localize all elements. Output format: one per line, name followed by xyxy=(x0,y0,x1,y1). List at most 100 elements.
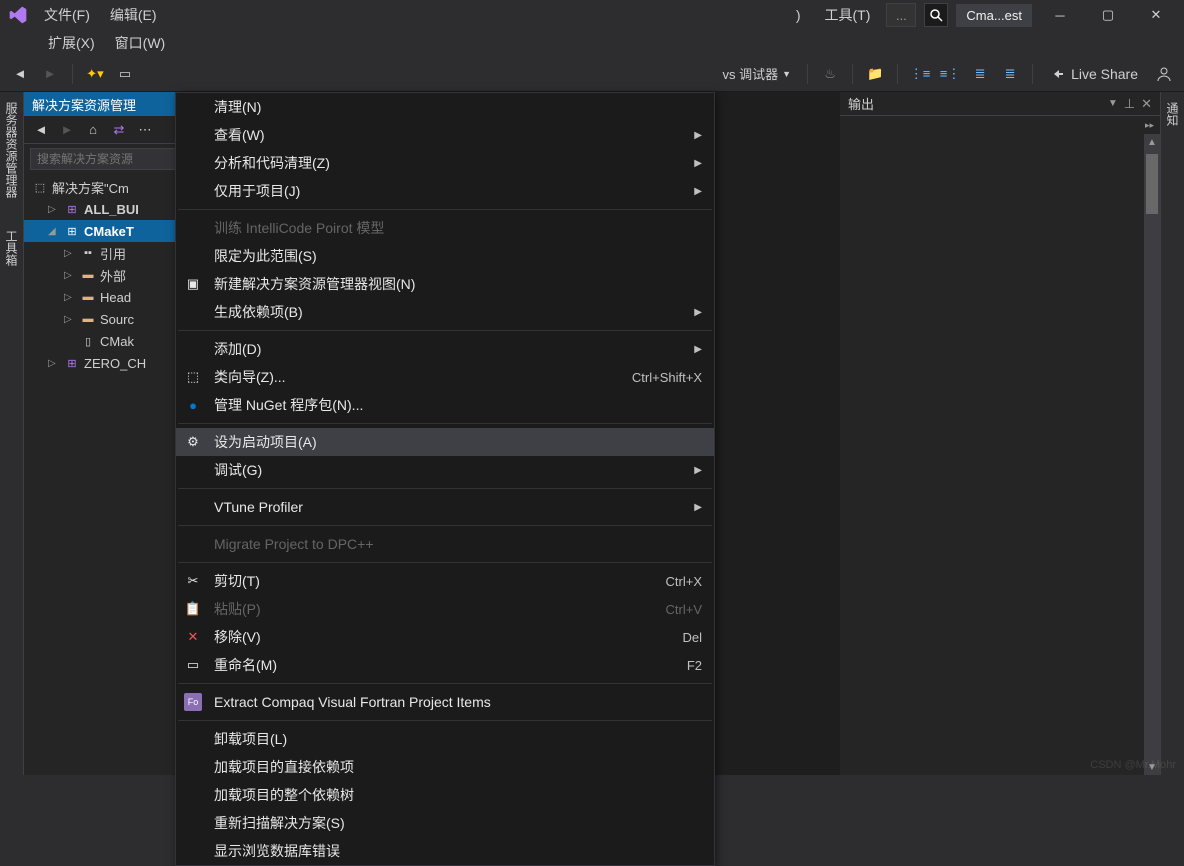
explorer-sync-button[interactable]: ⇄ xyxy=(108,119,130,141)
main-menu-row1: 文件(F) 编辑(E) xyxy=(36,1,165,29)
submenu-arrow-icon: ▶ xyxy=(694,130,702,141)
ctx-item[interactable]: ● 管理 NuGet 程序包(N)... xyxy=(176,391,714,419)
ctx-item: 训练 IntelliCode Poirot 模型 xyxy=(176,214,714,242)
live-share-button[interactable]: Live Share xyxy=(1043,66,1146,82)
ctx-item[interactable]: VTune Profiler▶ xyxy=(176,493,714,521)
menu-window[interactable]: 窗口(W) xyxy=(107,29,174,57)
output-overflow-icon[interactable]: ▸▸ xyxy=(1145,120,1154,131)
ctx-item[interactable]: 重新扫描解决方案(S) xyxy=(176,809,714,837)
menu-edit[interactable]: 编辑(E) xyxy=(102,1,165,29)
scrollbar-thumb[interactable] xyxy=(1146,154,1158,214)
ctx-item-label: 管理 NuGet 程序包(N)... xyxy=(214,395,363,415)
ctx-item[interactable]: 分析和代码清理(Z)▶ xyxy=(176,149,714,177)
menu-file[interactable]: 文件(F) xyxy=(36,1,98,29)
menu-extensions[interactable]: 扩展(X) xyxy=(40,29,103,57)
menu-tools[interactable]: 工具(T) xyxy=(816,1,878,29)
ctx-item-label: 训练 IntelliCode Poirot 模型 xyxy=(214,218,384,238)
cut-icon: ✂ xyxy=(184,572,202,590)
ctx-item[interactable]: ▣新建解决方案资源管理器视图(N) xyxy=(176,270,714,298)
minimize-button[interactable]: ─ xyxy=(1040,0,1080,30)
fire-icon[interactable]: ♨ xyxy=(818,62,842,86)
project-context-menu: 清理(N)查看(W)▶分析和代码清理(Z)▶仅用于项目(J)▶训练 Intell… xyxy=(175,92,715,866)
close-button[interactable]: ✕ xyxy=(1136,0,1176,30)
ctx-item[interactable]: 加载项目的直接依赖项 xyxy=(176,753,714,781)
ctx-item-label: 分析和代码清理(Z) xyxy=(214,153,330,173)
ctx-item: 📋粘贴(P)Ctrl+V xyxy=(176,595,714,623)
output-body: ▲ ▼ xyxy=(840,134,1160,775)
expander-icon[interactable]: ▷ xyxy=(48,204,60,215)
explorer-forward-button[interactable]: ► xyxy=(56,119,78,141)
ctx-shortcut: F2 xyxy=(687,658,702,673)
ctx-item-label: 清理(N) xyxy=(214,97,261,117)
ctx-item-label: Extract Compaq Visual Fortran Project It… xyxy=(214,694,491,710)
open-item-button[interactable]: ▭ xyxy=(113,62,137,86)
ctx-item[interactable]: ✕移除(V)Del xyxy=(176,623,714,651)
expander-icon[interactable]: ▷ xyxy=(48,358,60,369)
debugger-selector[interactable]: vs 调试器 ▼ xyxy=(717,64,798,83)
close-icon[interactable]: ✕ xyxy=(1141,96,1152,112)
pin-icon[interactable]: ⊥ xyxy=(1124,96,1135,112)
scrollbar[interactable]: ▲ ▼ xyxy=(1144,134,1160,775)
expander-icon[interactable]: ◢ xyxy=(48,226,60,237)
ctx-item: Migrate Project to DPC++ xyxy=(176,530,714,558)
titlebar: 文件(F) 编辑(E) ) 工具(T) ... Cma...est ─ ▢ ✕ xyxy=(0,0,1184,30)
ctx-item[interactable]: ✂剪切(T)Ctrl+X xyxy=(176,567,714,595)
nuget-icon: ● xyxy=(184,396,202,414)
comment-icon[interactable]: ≣ xyxy=(968,62,992,86)
explorer-home-button[interactable]: ⌂ xyxy=(82,119,104,141)
output-header: 输出 ▼ ⊥ ✕ xyxy=(840,92,1160,116)
ctx-item-label: 仅用于项目(J) xyxy=(214,181,300,201)
outdent-icon[interactable]: ≡⋮ xyxy=(938,62,962,86)
ctx-item-label: 重新扫描解决方案(S) xyxy=(214,813,345,833)
nav-back-button[interactable]: ◄ xyxy=(8,62,32,86)
explorer-back-button[interactable]: ◄ xyxy=(30,119,52,141)
folder-icon: ▬ xyxy=(80,311,96,327)
search-button[interactable] xyxy=(924,3,948,27)
ctx-item[interactable]: 仅用于项目(J)▶ xyxy=(176,177,714,205)
new-item-button[interactable]: ✦▾ xyxy=(83,62,107,86)
right-side-tabs: 通知 xyxy=(1160,92,1184,775)
ctx-item-label: VTune Profiler xyxy=(214,499,303,515)
ctx-item[interactable]: 显示浏览数据库错误 xyxy=(176,837,714,865)
ctx-item[interactable]: 查看(W) ▶ xyxy=(176,121,714,149)
ctx-item[interactable]: 限定为此范围(S) xyxy=(176,242,714,270)
explorer-more-button[interactable]: ⋯ xyxy=(134,119,156,141)
search-ellipsis[interactable]: ... xyxy=(886,3,916,27)
expander-icon[interactable]: ▷ xyxy=(64,270,76,281)
ctx-item[interactable]: ⚙设为启动项目(A) xyxy=(176,428,714,456)
ctx-item[interactable]: ⬚类向导(Z)...Ctrl+Shift+X xyxy=(176,363,714,391)
ctx-item[interactable]: 添加(D)▶ xyxy=(176,335,714,363)
tab-notifications[interactable]: 通知 xyxy=(1162,96,1183,132)
project-icon: ⊞ xyxy=(64,201,80,217)
nav-forward-button[interactable]: ► xyxy=(38,62,62,86)
ctx-item-label: 新建解决方案资源管理器视图(N) xyxy=(214,274,415,294)
references-icon: ▪▪ xyxy=(80,245,96,261)
ctx-item-label: 调试(G) xyxy=(214,460,262,480)
expander-icon[interactable]: ▷ xyxy=(64,292,76,303)
ctx-item[interactable]: FoExtract Compaq Visual Fortran Project … xyxy=(176,688,714,716)
uncomment-icon[interactable]: ≣ xyxy=(998,62,1022,86)
ctx-item[interactable]: 调试(G)▶ xyxy=(176,456,714,484)
ctx-item-label: 卸载项目(L) xyxy=(214,729,287,749)
submenu-arrow-icon: ▶ xyxy=(694,307,702,318)
scroll-up-icon[interactable]: ▲ xyxy=(1144,134,1160,150)
ctx-item-label: 类向导(Z)... xyxy=(214,367,286,387)
ctx-item[interactable]: ▭重命名(M)F2 xyxy=(176,651,714,679)
gear-icon: ⚙ xyxy=(184,433,202,451)
expander-icon[interactable]: ▷ xyxy=(64,248,76,259)
maximize-button[interactable]: ▢ xyxy=(1088,0,1128,30)
indent-icon[interactable]: ⋮≡ xyxy=(908,62,932,86)
search-icon xyxy=(929,8,943,22)
ctx-item[interactable]: 生成依赖项(B)▶ xyxy=(176,298,714,326)
tab-toolbox[interactable]: 工具箱 xyxy=(1,224,22,272)
ctx-item[interactable]: 卸载项目(L) xyxy=(176,725,714,753)
expander-icon[interactable]: ▷ xyxy=(64,314,76,325)
ctx-item[interactable]: 清理(N) xyxy=(176,93,714,121)
ctx-item-label: 查看(W) xyxy=(214,125,265,145)
tab-server-explorer[interactable]: 服务器资源管理器 xyxy=(1,96,22,204)
ctx-item[interactable]: 加载项目的整个依赖树 xyxy=(176,781,714,809)
folder-icon[interactable]: 📁 xyxy=(863,62,887,86)
output-title: 输出 xyxy=(848,94,874,113)
output-dropdown-icon[interactable]: ▼ xyxy=(1108,98,1118,109)
user-icon[interactable] xyxy=(1152,62,1176,86)
